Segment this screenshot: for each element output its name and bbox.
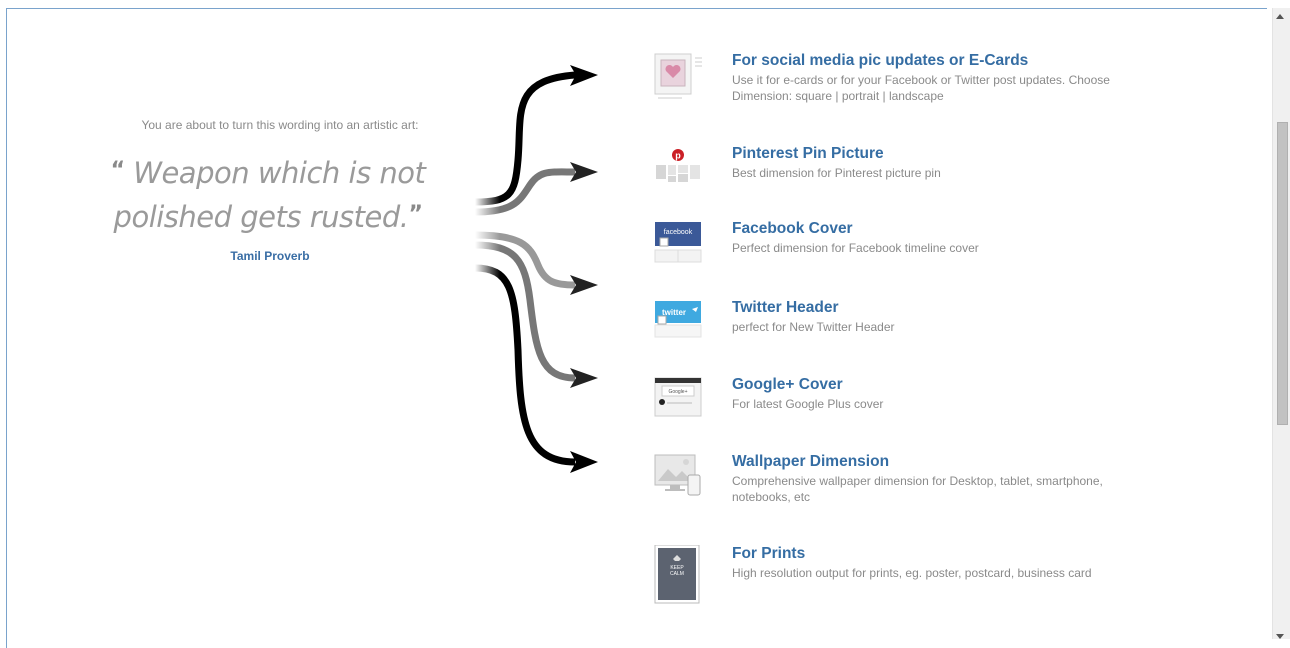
option-description: For latest Google Plus cover [732,397,884,411]
option-facebook-cover[interactable]: facebook Facebook Cover Perfect dimensio… [652,220,1112,280]
scroll-up-arrow-icon[interactable] [1276,14,1284,19]
option-description: Comprehensive wallpaper dimension for De… [732,474,1103,504]
quote-text: “ Weapon which is not polished gets rust… [98,150,438,238]
option-social-media[interactable]: For social media pic updates or E-Cards … [652,52,1112,112]
option-description: Perfect dimension for Facebook timeline … [732,241,979,255]
option-description: High resolution output for prints, eg. p… [732,566,1092,580]
option-title[interactable]: Facebook Cover [732,220,1112,238]
option-title[interactable]: Twitter Header [732,299,1112,317]
option-title[interactable]: Pinterest Pin Picture [732,145,1112,163]
google-icon-label: Google+ [668,389,687,395]
quote-author: Tamil Proverb [230,249,310,263]
scroll-thumb[interactable] [1277,122,1288,425]
wallpaper-icon [654,454,701,496]
pinterest-icon: p [656,149,700,182]
option-prints[interactable]: KEEP CALM For Prints High resolution out… [652,545,1112,605]
ecard-icon [654,53,702,99]
option-title[interactable]: For Prints [732,545,1112,563]
option-title[interactable]: Wallpaper Dimension [732,453,1112,471]
option-twitter-header[interactable]: twitter Twitter Header perfect for New T… [652,299,1112,359]
svg-text:p: p [675,151,681,161]
option-wallpaper[interactable]: Wallpaper Dimension Comprehensive wallpa… [652,453,1112,513]
facebook-icon-label: facebook [664,229,693,236]
facebook-cover-icon: facebook [654,222,702,263]
intro-text: You are about to turn this wording into … [141,118,419,132]
option-description: perfect for New Twitter Header [732,320,895,334]
svg-text:CALM: CALM [670,571,684,577]
print-icon: KEEP CALM [654,545,700,604]
open-quote-mark: “ [110,158,125,183]
quote-line-1: Weapon which is not [133,156,426,190]
option-title[interactable]: Google+ Cover [732,376,1112,394]
fanout-arrows-icon [471,65,598,473]
option-description: Best dimension for Pinterest picture pin [732,166,941,180]
google-plus-cover-icon: Google+ [654,377,702,417]
option-description: Use it for e-cards or for your Facebook … [732,73,1110,103]
close-quote-mark: ” [408,202,423,227]
option-title[interactable]: For social media pic updates or E-Cards [732,52,1112,70]
quote-line-2: polished gets rusted. [113,200,409,234]
twitter-header-icon: twitter [654,301,702,338]
vertical-scrollbar[interactable] [1272,8,1290,639]
option-google-plus-cover[interactable]: Google+ Google+ Cover For latest Google … [652,376,1112,436]
option-pinterest[interactable]: p Pinterest Pin Picture Best dimension f… [652,145,1112,205]
scroll-down-arrow-icon[interactable] [1276,634,1284,639]
